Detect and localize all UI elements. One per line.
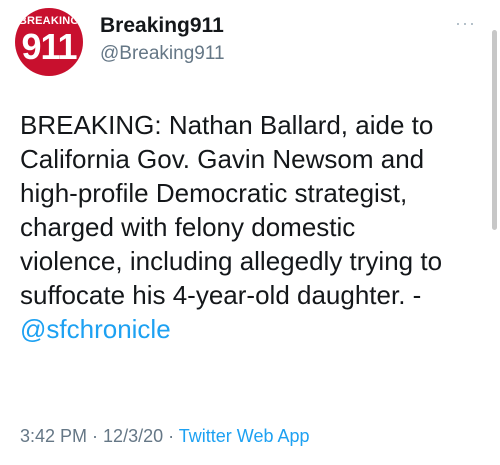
source-app-link[interactable]: Twitter Web App (179, 426, 310, 446)
scrollbar[interactable] (492, 30, 497, 230)
tweet-date[interactable]: 12/3/20 (103, 426, 163, 446)
ellipsis-icon[interactable]: ··· (455, 14, 476, 32)
tweet-text: BREAKING: Nathan Ballard, aide to Califo… (20, 108, 490, 346)
tweet-meta: 3:42 PM · 12/3/20 · Twitter Web App (20, 426, 310, 447)
tweet-card: BREAKING 911 Breaking911 @Breaking911 ··… (0, 0, 500, 465)
user-handle[interactable]: @Breaking911 (100, 43, 225, 65)
display-name[interactable]: Breaking911 (100, 14, 224, 38)
tweet-text-line: violence, including allegedly trying to (20, 246, 443, 276)
tweet-text-line: BREAKING: Nathan Ballard, aide to (20, 110, 434, 140)
tweet-text-line: charged with felony domestic (20, 212, 356, 242)
meta-separator: · (163, 426, 179, 446)
tweet-text-line: high-profile Democratic strategist, (20, 178, 408, 208)
meta-separator: · (87, 426, 104, 446)
tweet-text-line: California Gov. Gavin Newsom and (20, 144, 425, 174)
tweet-time[interactable]: 3:42 PM (20, 426, 87, 446)
avatar[interactable]: BREAKING 911 (15, 8, 83, 76)
tweet-text-line: suffocate his 4-year-old daughter. - (20, 280, 422, 310)
avatar-logo-number: 911 (21, 26, 77, 67)
mention-link[interactable]: @sfchronicle (20, 312, 490, 346)
